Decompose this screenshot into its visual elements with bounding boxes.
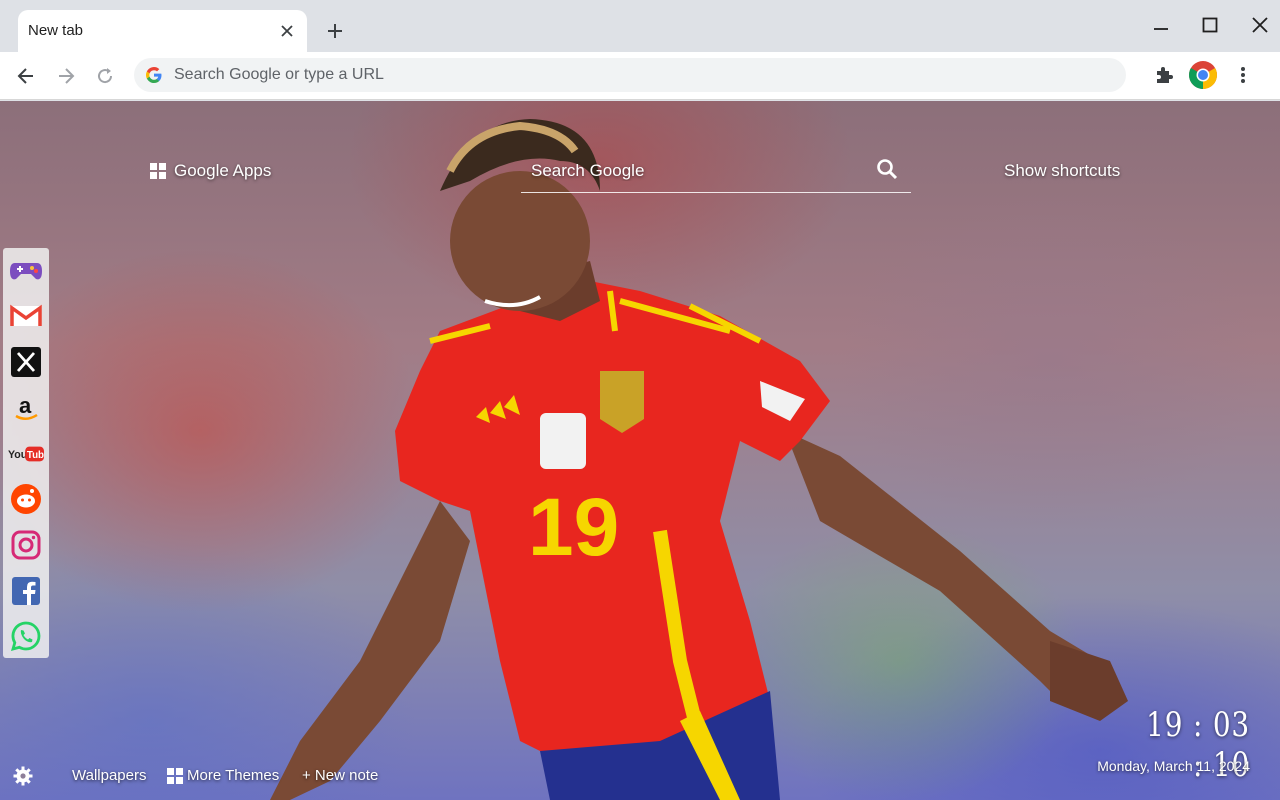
extensions-button[interactable] xyxy=(1149,60,1179,90)
gmail-shortcut[interactable] xyxy=(8,298,44,334)
new-note-link[interactable]: + New note xyxy=(302,767,378,784)
instagram-shortcut[interactable] xyxy=(8,527,44,563)
forward-button[interactable] xyxy=(52,62,80,90)
instagram-icon xyxy=(11,530,41,560)
gamepad-icon xyxy=(10,263,42,280)
windows-grid-icon xyxy=(167,767,183,784)
profile-button[interactable] xyxy=(1188,60,1218,90)
gear-icon xyxy=(13,766,33,786)
whatsapp-shortcut[interactable] xyxy=(8,618,44,654)
back-button[interactable] xyxy=(12,62,40,90)
new-note-label: + New note xyxy=(302,767,379,784)
facebook-shortcut[interactable] xyxy=(8,573,44,609)
shirt-number: 19 xyxy=(528,482,619,573)
svg-text:You: You xyxy=(8,449,27,461)
tab-strip: New tab xyxy=(0,0,1280,52)
omnibox[interactable] xyxy=(134,58,1126,92)
reload-button[interactable] xyxy=(91,62,119,90)
clock-date: Monday, March 11, 2024 xyxy=(1097,758,1250,774)
wallpapers-link[interactable]: Wallpapers xyxy=(72,767,146,784)
google-search-input[interactable] xyxy=(531,159,871,183)
wallpaper-image: 19 xyxy=(270,119,1128,800)
close-icon[interactable] xyxy=(276,20,298,42)
new-tab-page: 19 Google Apps Show shortcuts xyxy=(0,101,1280,800)
reddit-shortcut[interactable] xyxy=(8,481,44,517)
search-button[interactable] xyxy=(873,155,901,183)
facebook-icon xyxy=(12,577,40,605)
google-g-icon xyxy=(146,67,162,83)
minimize-button[interactable] xyxy=(1148,12,1174,38)
youtube-icon: YouTube xyxy=(8,446,44,462)
arrow-right-icon xyxy=(59,68,75,84)
gmail-icon xyxy=(10,304,42,326)
wallpapers-label: Wallpapers xyxy=(72,767,147,784)
settings-button[interactable] xyxy=(12,765,34,787)
google-search-box xyxy=(521,151,911,193)
show-shortcuts-label: Show shortcuts xyxy=(1004,161,1121,180)
browser-toolbar xyxy=(0,52,1280,100)
svg-text:a: a xyxy=(19,393,32,418)
amazon-icon: a xyxy=(15,393,38,420)
more-themes-label: More Themes xyxy=(187,767,280,784)
search-icon xyxy=(877,159,898,180)
tab-new-tab[interactable]: New tab xyxy=(18,10,307,52)
tab-title: New tab xyxy=(28,22,84,39)
chrome-logo-icon xyxy=(1189,61,1217,89)
omnibox-input[interactable] xyxy=(174,58,1104,92)
more-themes-link[interactable]: More Themes xyxy=(167,767,279,784)
amazon-shortcut[interactable]: a xyxy=(8,390,44,426)
arrow-left-icon xyxy=(17,68,33,84)
whatsapp-icon xyxy=(10,621,41,651)
x-logo-icon xyxy=(11,347,41,377)
reddit-icon xyxy=(11,484,41,514)
apps-grid-icon xyxy=(150,163,166,179)
puzzle-icon xyxy=(1157,67,1173,83)
reload-icon xyxy=(98,68,113,84)
window-close-button[interactable] xyxy=(1247,12,1273,38)
chrome-menu-button[interactable] xyxy=(1228,60,1258,90)
svg-text:Tube: Tube xyxy=(27,450,44,461)
google-apps-label: Google Apps xyxy=(174,161,272,180)
kebab-menu-icon xyxy=(1241,67,1245,83)
show-shortcuts-link[interactable]: Show shortcuts xyxy=(1004,161,1120,181)
google-apps-link[interactable]: Google Apps xyxy=(150,161,271,181)
youtube-shortcut[interactable]: YouTube xyxy=(8,436,44,472)
maximize-button[interactable] xyxy=(1197,12,1223,38)
shortcut-dock: a YouTube xyxy=(3,248,49,658)
games-shortcut[interactable] xyxy=(8,252,44,288)
new-tab-button[interactable] xyxy=(322,18,348,44)
x-shortcut[interactable] xyxy=(8,344,44,380)
